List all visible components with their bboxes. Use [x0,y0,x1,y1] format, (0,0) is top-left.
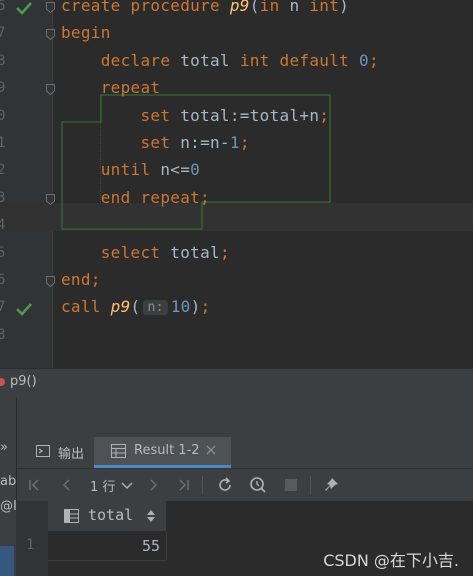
code-text: begin [61,23,111,43]
fold-marker-icon[interactable] [46,29,55,41]
checkmark-icon [16,303,32,317]
line-number: 7 [0,299,6,316]
expand-chevron-icon[interactable]: » [0,440,16,455]
code-text: declare total int default 0; [61,50,379,70]
refresh-icon[interactable] [216,476,234,494]
sort-icon[interactable] [146,509,156,523]
history-icon[interactable] [249,476,267,494]
close-icon[interactable] [206,445,216,455]
line-number: 0 [0,107,6,124]
row-number: 1 [26,537,35,553]
selection-marker [0,546,14,576]
panel-label-at: @I [0,499,16,514]
first-page-icon[interactable] [26,476,44,494]
parameter-hint: n: [143,300,168,316]
line-number: 9 [0,80,6,97]
tab-output-label: 输出 [58,447,85,462]
line-number: 6 [0,272,6,288]
last-page-icon[interactable] [174,476,192,494]
column-header-total[interactable]: total [48,501,167,531]
code-line[interactable]: 5 select total; [0,241,473,268]
fold-marker-icon[interactable] [46,193,55,205]
table-cell-total[interactable]: 55 [48,532,167,561]
rows-count-selector[interactable]: 1 行 [90,476,115,495]
code-line[interactable]: 6 end; [0,268,473,295]
line-number: 7 [0,25,6,42]
code-line[interactable]: 1 set n:=n-1; [0,131,473,158]
code-line[interactable]: 0 set total:=total+n; [0,104,473,131]
column-header-label: total [88,506,134,524]
result-toolbar: 1 行 [16,468,473,502]
code-line[interactable]: 3 end repeat; [0,186,473,213]
code-text: set n:=n-1; [61,133,250,152]
line-number: 8 [0,52,6,69]
chevron-down-icon[interactable] [118,476,136,494]
fold-marker-icon[interactable] [46,84,55,96]
code-line[interactable]: 7 begin [0,21,473,48]
toolbar-separator [202,476,203,494]
line-number: 6 [0,0,6,14]
previous-page-icon[interactable] [58,476,76,494]
code-line[interactable]: 7 call p9(n: 10); [0,295,473,322]
line-number: 2 [0,162,6,179]
code-line[interactable]: 6 create procedure p9(in n int) [0,0,473,21]
code-text: until n<=0 [61,160,201,180]
console-icon [36,445,50,457]
code-text: end repeat; [61,187,210,207]
code-line[interactable]: 4 [0,213,473,240]
fold-marker-icon[interactable] [46,2,55,13]
checkmark-icon [16,2,32,15]
line-number: 3 [0,189,6,206]
toolbar-separator [310,476,311,494]
line-number: 5 [0,244,6,261]
panel-label-ab: ab [0,474,16,489]
procedure-icon [0,378,5,386]
column-icon [64,509,79,523]
stop-icon[interactable] [282,476,300,494]
code-text: create procedure p9(in n int) [61,0,350,15]
code-text: end; [61,270,101,289]
breadcrumb-label[interactable]: p9() [10,374,37,389]
cell-value: 55 [141,537,160,555]
tab-result-label: Result 1-2 [134,443,200,458]
pin-icon[interactable] [323,476,341,494]
code-line[interactable]: 9 repeat [0,76,473,103]
line-number: 8 [0,326,6,343]
line-number: 1 [0,135,6,151]
code-line[interactable]: 8 [0,323,473,350]
tab-result-1-2[interactable]: Result 1-2 [94,437,231,468]
code-line[interactable]: 8 declare total int default 0; [0,49,473,76]
tab-output[interactable]: 输出 [28,437,94,465]
next-page-icon[interactable] [144,476,162,494]
code-text: repeat [61,78,161,98]
result-tabs: 输出 Result 1-2 [16,437,473,468]
table-icon [111,444,126,458]
code-editor[interactable]: 6 create procedure p9(in n int) 7 begin 8 de… [0,0,473,368]
code-text: set total:=total+n; [61,105,330,125]
line-number: 4 [0,217,6,234]
code-text: call p9(n: 10); [61,297,211,317]
code-line[interactable]: 2 until n<=0 [0,158,473,185]
watermark: CSDN @在下小吉. [323,551,459,570]
breadcrumb-bar: p9() [0,368,473,397]
code-text: select total; [61,242,230,262]
fold-marker-icon[interactable] [46,276,55,287]
